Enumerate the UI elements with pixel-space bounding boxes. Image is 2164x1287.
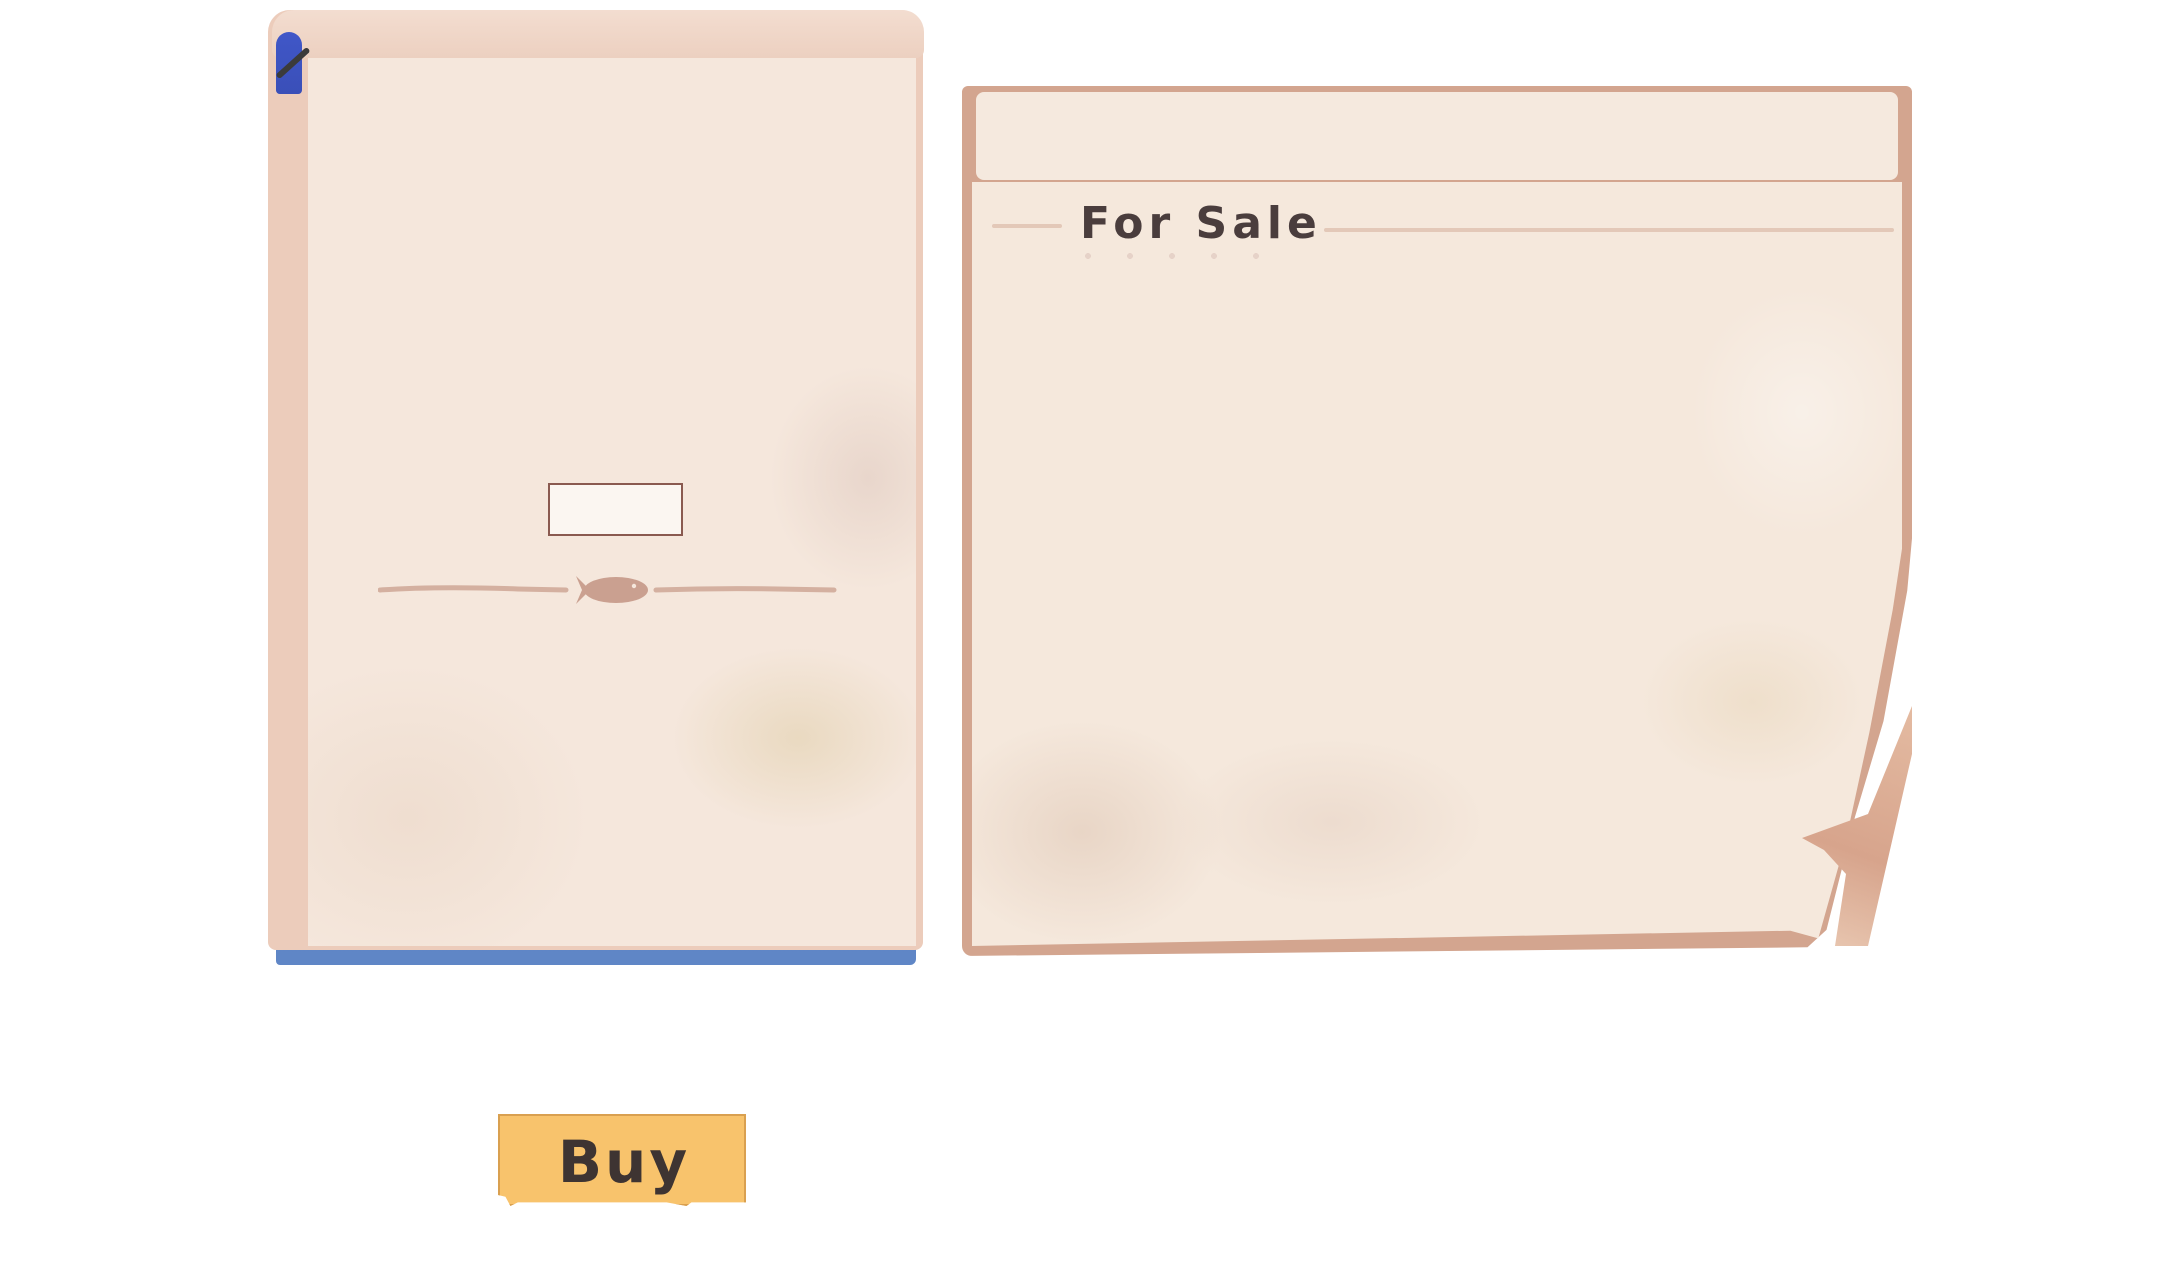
title-rule-right: [1324, 228, 1894, 232]
fish-divider: [378, 576, 837, 604]
board-paper: [972, 182, 1902, 946]
board-header-strip: [976, 92, 1898, 180]
for-sale-board: For Sale: [962, 86, 1912, 961]
buy-button-label: Buy: [557, 1128, 691, 1196]
buy-button[interactable]: Buy: [498, 1114, 746, 1206]
fish-icon: [576, 576, 648, 604]
for-sale-title: For Sale: [1080, 198, 1322, 249]
title-rule-left: [992, 224, 1062, 228]
shop-screen: For Sale Buy: [0, 0, 2164, 1287]
quantity-input[interactable]: [548, 483, 683, 536]
title-underline-dots: [1084, 252, 1294, 260]
notebook-top-binding: [272, 10, 924, 58]
